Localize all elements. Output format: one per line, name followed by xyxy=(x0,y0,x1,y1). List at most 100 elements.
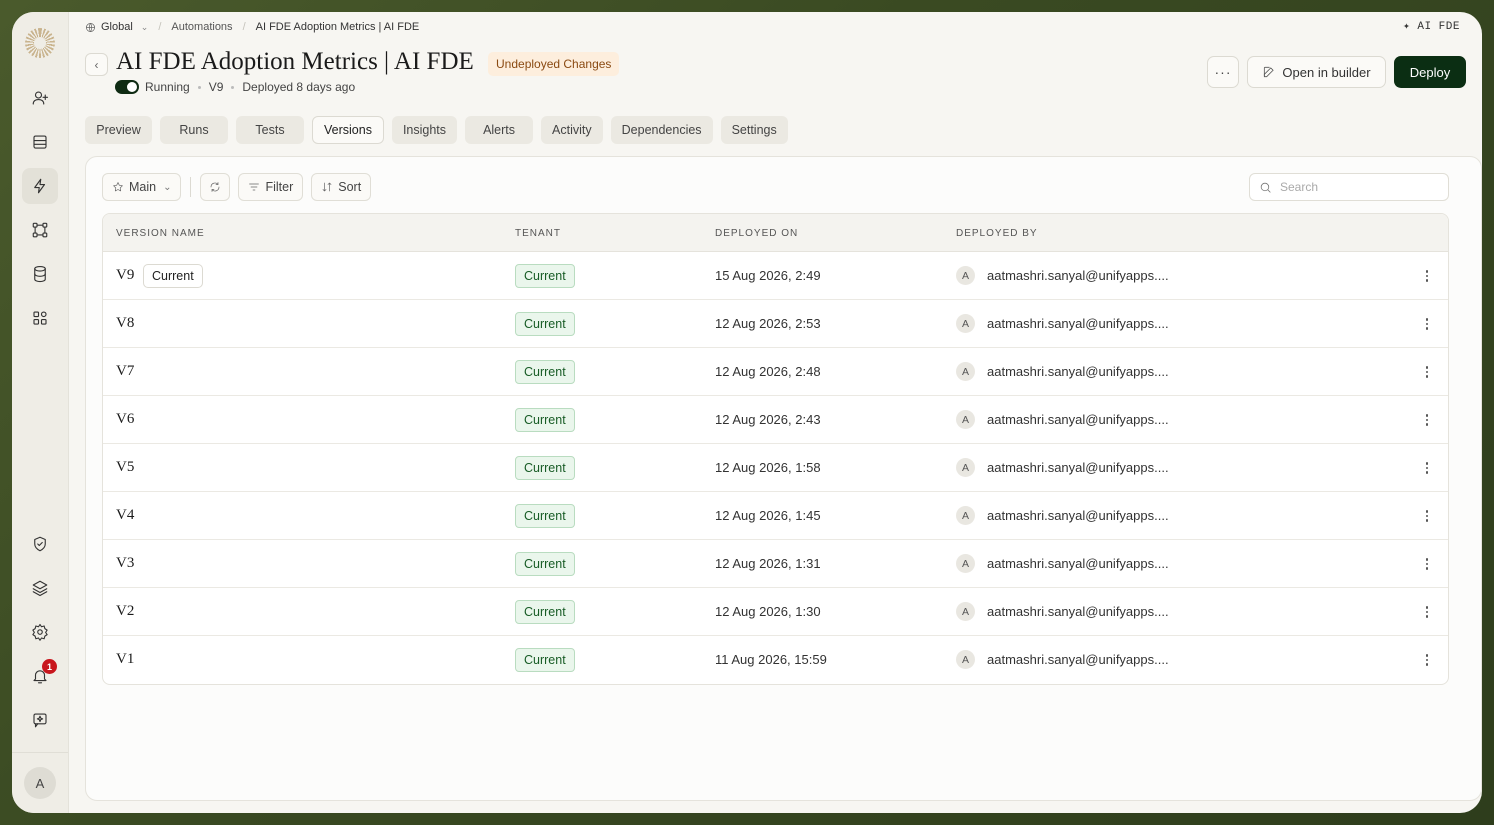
gear-icon xyxy=(32,623,48,641)
sidebar-item-security[interactable] xyxy=(22,526,58,562)
tenant-badge: Current xyxy=(515,360,575,384)
table-row[interactable]: V5 Current 12 Aug 2026, 1:58 A aatmashri… xyxy=(103,444,1448,492)
globe-icon xyxy=(86,22,95,32)
tab-insights[interactable]: Insights xyxy=(391,116,458,144)
notification-count-badge: 1 xyxy=(42,659,57,674)
branch-select[interactable]: Main ⌄ xyxy=(102,173,182,201)
branch-label: Main xyxy=(129,180,157,194)
tenant-badge: Current xyxy=(515,264,575,288)
table-row[interactable]: V4 Current 12 Aug 2026, 1:45 A aatmashri… xyxy=(103,492,1448,540)
column-header-deployed-by[interactable]: DEPLOYED BY xyxy=(956,228,1038,239)
filter-button[interactable]: Filter xyxy=(238,173,304,201)
refresh-button[interactable] xyxy=(200,173,231,201)
tab-versions[interactable]: Versions xyxy=(312,116,384,144)
tab-runs[interactable]: Runs xyxy=(160,116,228,144)
table-row[interactable]: V9 Current Current 15 Aug 2026, 2:49 A a… xyxy=(103,252,1448,300)
sidebar-item-layers[interactable] xyxy=(22,570,58,606)
breadcrumb-separator: / xyxy=(158,21,162,33)
sidebar-item-feedback[interactable] xyxy=(22,702,58,738)
deployed-on: 12 Aug 2026, 1:58 xyxy=(715,460,821,475)
deployer-avatar: A xyxy=(956,266,975,285)
deployed-by: aatmashri.sanyal@unifyapps.... xyxy=(987,508,1169,523)
breadcrumb-scope[interactable]: Global xyxy=(101,21,133,33)
row-menu-icon[interactable] xyxy=(1419,456,1435,480)
users-icon xyxy=(32,91,49,105)
app-logo[interactable] xyxy=(25,28,55,58)
breadcrumb-current: AI FDE Adoption Metrics | AI FDE xyxy=(255,21,420,33)
deployed-by: aatmashri.sanyal@unifyapps.... xyxy=(987,604,1169,619)
search-input[interactable] xyxy=(1280,180,1440,194)
version-name: V4 xyxy=(116,507,135,523)
tab-alerts[interactable]: Alerts xyxy=(465,116,534,144)
tab-activity[interactable]: Activity xyxy=(541,116,603,144)
sidebar-divider xyxy=(12,752,68,753)
sidebar-item-data[interactable] xyxy=(22,256,58,292)
tenant-badge: Current xyxy=(515,456,575,480)
column-header-version[interactable]: VERSION NAME xyxy=(116,228,205,239)
row-menu-icon[interactable] xyxy=(1419,600,1435,624)
sidebar-item-automations[interactable] xyxy=(22,168,58,204)
chevron-down-icon[interactable]: ⌄ xyxy=(141,22,149,33)
tab-dependencies[interactable]: Dependencies xyxy=(610,116,713,144)
row-menu-icon[interactable] xyxy=(1419,648,1435,672)
deployed-on: 12 Aug 2026, 2:53 xyxy=(715,316,821,331)
table-row[interactable]: V1 Current 11 Aug 2026, 15:59 A aatmashr… xyxy=(103,636,1448,684)
sidebar-item-workflows[interactable] xyxy=(22,212,58,248)
version-name: V9 xyxy=(116,267,135,283)
column-header-tenant[interactable]: TENANT xyxy=(515,228,561,239)
sidebar-item-users[interactable] xyxy=(22,80,58,116)
tenant-badge: Current xyxy=(515,600,575,624)
sidebar-item-inbox[interactable] xyxy=(22,124,58,160)
table-row[interactable]: V2 Current 12 Aug 2026, 1:30 A aatmashri… xyxy=(103,588,1448,636)
page-title: AI FDE Adoption Metrics | AI FDE xyxy=(116,48,474,75)
sidebar-item-apps[interactable] xyxy=(22,300,58,336)
deployer-avatar: A xyxy=(956,554,975,573)
deployed-by: aatmashri.sanyal@unifyapps.... xyxy=(987,652,1169,667)
open-in-builder-button[interactable]: Open in builder xyxy=(1247,56,1386,88)
lightning-icon xyxy=(34,178,46,194)
row-menu-icon[interactable] xyxy=(1419,360,1435,384)
user-avatar[interactable]: A xyxy=(24,767,56,799)
versions-table: VERSION NAME TENANT DEPLOYED ON DEPLOYED… xyxy=(102,213,1449,685)
version-name: V6 xyxy=(116,411,135,427)
deployer-avatar: A xyxy=(956,410,975,429)
tenant-badge: Current xyxy=(515,408,575,432)
deployer-avatar: A xyxy=(956,506,975,525)
tab-preview[interactable]: Preview xyxy=(85,116,152,144)
table-row[interactable]: V6 Current 12 Aug 2026, 2:43 A aatmashri… xyxy=(103,396,1448,444)
row-menu-icon[interactable] xyxy=(1419,312,1435,336)
tab-tests[interactable]: Tests xyxy=(236,116,304,144)
deploy-button[interactable]: Deploy xyxy=(1394,56,1466,88)
tab-settings[interactable]: Settings xyxy=(720,116,788,144)
sidebar-item-settings[interactable] xyxy=(22,614,58,650)
version-name: V5 xyxy=(116,459,135,475)
deployer-avatar: A xyxy=(956,362,975,381)
deployed-by: aatmashri.sanyal@unifyapps.... xyxy=(987,556,1169,571)
table-row[interactable]: V8 Current 12 Aug 2026, 2:53 A aatmashri… xyxy=(103,300,1448,348)
deployed-by: aatmashri.sanyal@unifyapps.... xyxy=(987,412,1169,427)
column-header-deployed-on[interactable]: DEPLOYED ON xyxy=(715,228,798,239)
row-menu-icon[interactable] xyxy=(1419,408,1435,432)
versions-panel: Main ⌄ Filter Sort VERSION NAME TE xyxy=(85,156,1482,801)
deployer-avatar: A xyxy=(956,458,975,477)
back-button[interactable]: ‹ xyxy=(85,53,108,76)
brand-mark: ✦ AI FDE xyxy=(1403,21,1460,33)
running-toggle[interactable] xyxy=(115,80,139,94)
tab-bar: Preview Runs Tests Versions Insights Ale… xyxy=(85,116,788,144)
more-options-button[interactable]: ··· xyxy=(1207,56,1239,88)
sidebar-item-notifications[interactable]: 1 xyxy=(22,658,58,694)
row-menu-icon[interactable] xyxy=(1419,504,1435,528)
deployed-on: 15 Aug 2026, 2:49 xyxy=(715,268,821,283)
table-row[interactable]: V7 Current 12 Aug 2026, 2:48 A aatmashri… xyxy=(103,348,1448,396)
separator-dot xyxy=(231,85,235,89)
row-menu-icon[interactable] xyxy=(1419,264,1435,288)
breadcrumb-section[interactable]: Automations xyxy=(171,21,232,33)
sort-button[interactable]: Sort xyxy=(311,173,372,201)
version-name: V3 xyxy=(116,555,135,571)
deployed-on: 11 Aug 2026, 15:59 xyxy=(715,652,827,667)
table-row[interactable]: V3 Current 12 Aug 2026, 1:31 A aatmashri… xyxy=(103,540,1448,588)
apps-icon xyxy=(33,311,47,325)
app-window: 1 A Global ⌄ / Automations / AI FDE Adop… xyxy=(12,12,1482,813)
deployed-on: 12 Aug 2026, 2:48 xyxy=(715,364,821,379)
row-menu-icon[interactable] xyxy=(1419,552,1435,576)
